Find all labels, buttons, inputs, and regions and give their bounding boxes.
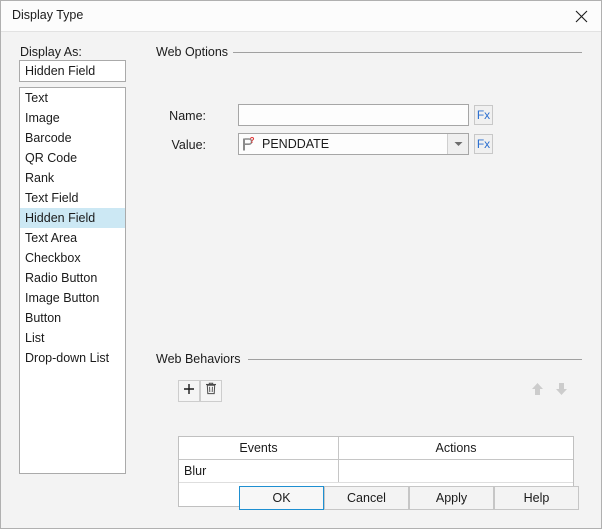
list-item-text-area[interactable]: Text Area bbox=[20, 228, 125, 248]
name-input[interactable] bbox=[238, 104, 469, 126]
list-item-radio-button[interactable]: Radio Button bbox=[20, 268, 125, 288]
name-label: Name: bbox=[169, 109, 206, 123]
cell-action[interactable] bbox=[339, 460, 573, 482]
close-icon[interactable] bbox=[559, 1, 601, 31]
list-item-rank[interactable]: Rank bbox=[20, 168, 125, 188]
display-as-label: Display As: bbox=[20, 45, 82, 59]
value-combobox[interactable]: ? PENDDATE bbox=[238, 133, 469, 155]
chevron-down-icon[interactable] bbox=[447, 134, 468, 154]
trash-icon bbox=[205, 382, 217, 400]
list-item-checkbox[interactable]: Checkbox bbox=[20, 248, 125, 268]
cell-event[interactable]: Blur bbox=[179, 460, 339, 482]
cancel-button[interactable]: Cancel bbox=[324, 486, 409, 510]
title-bar: Display Type bbox=[1, 1, 601, 32]
arrow-down-icon bbox=[555, 382, 568, 401]
column-header-actions: Actions bbox=[435, 441, 477, 455]
arrow-up-icon bbox=[531, 382, 544, 401]
list-item-qr-code[interactable]: QR Code bbox=[20, 148, 125, 168]
help-button[interactable]: Help bbox=[494, 486, 579, 510]
list-item-hidden-field[interactable]: Hidden Field bbox=[20, 208, 125, 228]
move-down-button[interactable] bbox=[552, 381, 570, 401]
add-behavior-button[interactable] bbox=[178, 380, 200, 402]
list-item-image-button[interactable]: Image Button bbox=[20, 288, 125, 308]
list-item-list[interactable]: List bbox=[20, 328, 125, 348]
web-behaviors-group-label: Web Behaviors bbox=[156, 352, 247, 366]
table-header-row: Events Actions bbox=[179, 437, 573, 460]
web-options-divider bbox=[233, 52, 582, 53]
list-item-button[interactable]: Button bbox=[20, 308, 125, 328]
list-item-image[interactable]: Image bbox=[20, 108, 125, 128]
value-text: PENDDATE bbox=[262, 137, 330, 151]
web-options-group-label: Web Options bbox=[156, 45, 235, 59]
value-label: Value: bbox=[171, 138, 206, 152]
delete-behavior-button[interactable] bbox=[200, 380, 222, 402]
parameter-icon: ? bbox=[242, 136, 256, 152]
display-type-list[interactable]: Text Image Barcode QR Code Rank Text Fie… bbox=[19, 87, 126, 474]
apply-button[interactable]: Apply bbox=[409, 486, 494, 510]
value-fx-button[interactable]: Fx bbox=[474, 134, 493, 154]
display-type-dialog: Display Type Display As: Hidden Field Te… bbox=[0, 0, 602, 529]
list-item-drop-down-list[interactable]: Drop-down List bbox=[20, 348, 125, 368]
ok-button[interactable]: OK bbox=[239, 486, 324, 510]
plus-icon bbox=[183, 382, 195, 400]
list-item-text-field[interactable]: Text Field bbox=[20, 188, 125, 208]
web-behaviors-divider bbox=[248, 359, 582, 360]
name-fx-button[interactable]: Fx bbox=[474, 105, 493, 125]
dialog-body: Display As: Hidden Field Text Image Barc… bbox=[1, 32, 601, 528]
list-item-barcode[interactable]: Barcode bbox=[20, 128, 125, 148]
display-as-value[interactable]: Hidden Field bbox=[19, 60, 126, 82]
move-up-button[interactable] bbox=[528, 381, 546, 401]
column-header-events: Events bbox=[179, 437, 339, 459]
dialog-title: Display Type bbox=[12, 8, 84, 22]
svg-text:?: ? bbox=[250, 137, 255, 145]
table-row[interactable]: Blur bbox=[179, 460, 573, 483]
list-item-text[interactable]: Text bbox=[20, 88, 125, 108]
